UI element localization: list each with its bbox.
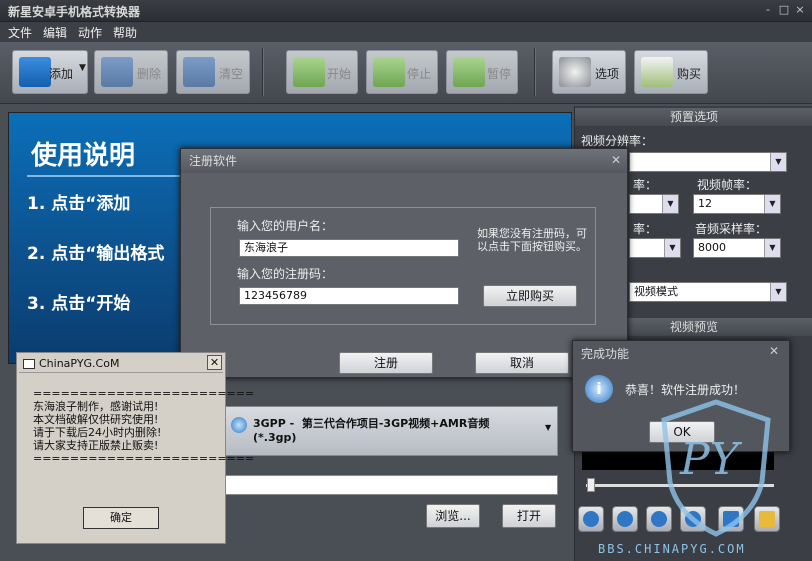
chevron-down-icon: ▼ xyxy=(662,195,678,213)
shopping-cart-icon xyxy=(641,57,673,87)
window-icon xyxy=(23,359,35,369)
watermark-logo: PY xyxy=(658,398,774,538)
bitrate-label: 率： xyxy=(633,178,658,192)
chevron-down-icon: ▼ xyxy=(664,239,680,257)
step-1: 1. 点击“添加 xyxy=(27,194,131,214)
title-bar: 新星安卓手机格式转换器 - □ × xyxy=(0,0,812,22)
browse-button[interactable]: 浏览... xyxy=(426,504,480,528)
seek-handle[interactable] xyxy=(587,478,595,492)
preset-header: 预置选项 xyxy=(575,108,812,126)
cancel-button[interactable]: 取消 xyxy=(475,352,569,374)
audio-sample-select[interactable]: 8000 ▼ xyxy=(693,238,781,258)
audio-bitrate-label: 率： xyxy=(633,222,658,236)
delete-file-icon xyxy=(101,57,133,87)
step-3: 3. 点击“开始 xyxy=(27,294,131,314)
regcode-input[interactable]: 123456789 xyxy=(239,287,459,305)
window-title: 新星安卓手机格式转换器 xyxy=(8,5,141,19)
refresh-start-icon xyxy=(293,57,325,87)
close-icon[interactable]: ✕ xyxy=(207,355,222,370)
instruction-heading: 使用说明 xyxy=(31,141,136,171)
register-dialog-title: 注册软件 xyxy=(181,149,627,173)
success-message: 恭喜！软件注册成功！ xyxy=(625,383,746,397)
register-button[interactable]: 注册 xyxy=(339,352,433,374)
dropdown-arrow-icon: ▼ xyxy=(79,63,86,73)
pause-icon xyxy=(453,57,485,87)
buy-hint: 如果您没有注册码，可以点击下面按钮购买。 xyxy=(477,227,587,253)
play-button[interactable] xyxy=(578,506,604,532)
toolbar-separator xyxy=(534,48,536,96)
start-button[interactable]: 开始 xyxy=(286,50,358,94)
add-button[interactable]: 添加 ▼ xyxy=(12,50,88,94)
clear-button[interactable]: 清空 xyxy=(176,50,250,94)
clear-list-icon xyxy=(183,57,215,87)
register-dialog: 注册软件 ✕ 输入您的用户名： 东海浪子 输入您的注册码： 123456789 … xyxy=(180,148,628,378)
chevron-down-icon: ▼ xyxy=(764,239,780,257)
format-name: 3GPP - 第三代合作项目-3GP视频+AMR音频 xyxy=(253,417,490,430)
watermark-url: BBS.CHINAPYG.COM xyxy=(598,542,746,556)
username-input[interactable]: 东海浪子 xyxy=(239,239,459,257)
menu-help[interactable]: 帮助 xyxy=(113,24,137,41)
buy-button[interactable]: 购买 xyxy=(634,50,708,94)
chevron-down-icon: ▼ xyxy=(770,283,786,301)
step-2: 2. 点击“输出格式 xyxy=(27,244,165,264)
chevron-down-icon: ▼ xyxy=(764,195,780,213)
options-button[interactable]: 选项 xyxy=(552,50,626,94)
regcode-label: 输入您的注册码： xyxy=(237,267,334,281)
open-button[interactable]: 打开 xyxy=(502,504,556,528)
pause-playback-button[interactable] xyxy=(612,506,638,532)
username-label: 输入您的用户名： xyxy=(237,219,334,233)
pause-icon xyxy=(617,511,633,527)
toolbar: 添加 ▼ 删除 清空 开始 停止 暂停 选项 购买 xyxy=(0,42,812,104)
audio-sample-label: 音频采样率： xyxy=(695,222,768,236)
stop-icon xyxy=(373,57,405,87)
maximize-button[interactable]: □ xyxy=(776,3,792,17)
pause-button[interactable]: 暂停 xyxy=(446,50,518,94)
format-ext: (*.3gp) xyxy=(253,431,297,444)
close-button[interactable]: × xyxy=(792,3,808,17)
buy-now-button[interactable]: 立即购买 xyxy=(483,285,577,307)
toolbar-separator xyxy=(262,48,264,96)
chinapyg-title: ChinaPYG.CoM xyxy=(39,357,120,370)
menu-file[interactable]: 文件 xyxy=(8,24,32,41)
menu-bar: 文件 编辑 动作 帮助 xyxy=(0,22,812,42)
video-resolution-label: 视频分辨率： xyxy=(581,134,654,148)
mode-select[interactable]: 视频模式 ▼ xyxy=(629,282,787,302)
video-resolution-select[interactable]: ▼ xyxy=(629,152,787,172)
close-icon[interactable]: ✕ xyxy=(611,153,621,167)
chinapyg-titlebar: ChinaPYG.CoM ✕ xyxy=(19,355,223,373)
video-fps-select[interactable]: 12 ▼ xyxy=(693,194,781,214)
chinapyg-dialog: ChinaPYG.CoM ✕ ======================== … xyxy=(16,352,254,544)
add-file-icon xyxy=(19,57,51,87)
video-fps-label: 视频帧率： xyxy=(697,178,758,192)
minimize-button[interactable]: - xyxy=(760,3,776,17)
audio-bitrate-select[interactable]: ▼ xyxy=(629,238,681,258)
output-format-select[interactable]: 3GPP - 第三代合作项目-3GP视频+AMR音频 (*.3gp) ▼ xyxy=(224,406,558,456)
watermark-logo-text: PY xyxy=(680,434,739,485)
info-icon: i xyxy=(585,375,613,403)
menu-action[interactable]: 动作 xyxy=(78,24,102,41)
chinapyg-ok-button[interactable]: 确定 xyxy=(83,507,159,529)
close-icon[interactable]: ✕ xyxy=(769,344,779,358)
gear-icon xyxy=(559,57,591,87)
chevron-down-icon: ▼ xyxy=(770,153,786,171)
bitrate-select[interactable]: ▼ xyxy=(629,194,679,214)
chinapyg-message: ======================== 东海浪子制作，感谢试用! 本文… xyxy=(33,387,255,465)
success-dialog-title: 完成功能 xyxy=(581,347,630,361)
output-path-input[interactable] xyxy=(224,475,558,495)
chevron-down-icon: ▼ xyxy=(545,423,552,432)
play-icon xyxy=(583,511,599,527)
menu-edit[interactable]: 编辑 xyxy=(43,24,67,41)
delete-button[interactable]: 删除 xyxy=(94,50,168,94)
stop-button[interactable]: 停止 xyxy=(366,50,438,94)
